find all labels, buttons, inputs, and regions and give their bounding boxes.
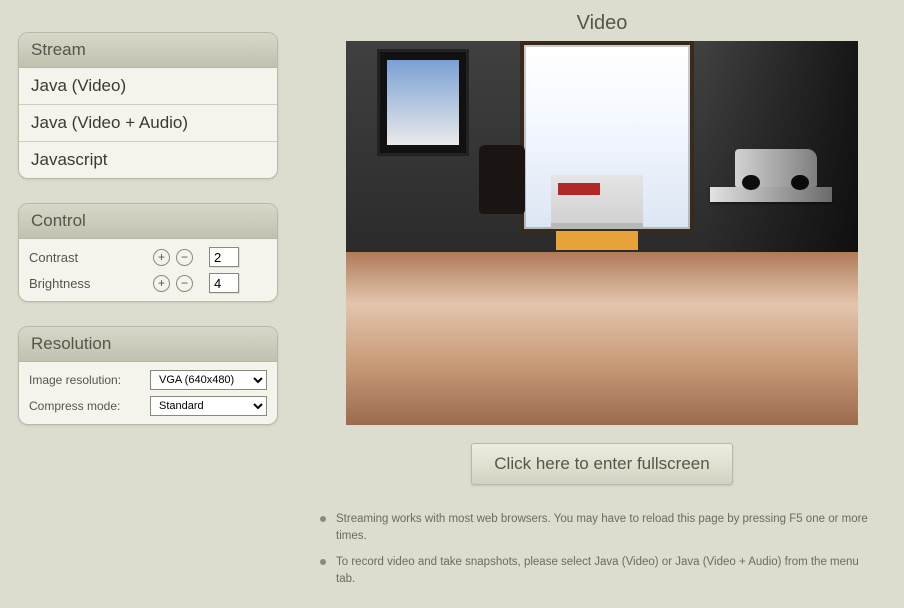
contrast-minus-button[interactable]: − (176, 249, 193, 266)
image-resolution-label: Image resolution: (29, 373, 144, 387)
brightness-minus-button[interactable]: − (176, 275, 193, 292)
control-header: Control (19, 204, 277, 239)
brightness-label: Brightness (29, 276, 147, 291)
stream-header: Stream (19, 33, 277, 68)
image-resolution-row: Image resolution: VGA (640x480) (29, 370, 267, 390)
resolution-header: Resolution (19, 327, 277, 362)
contrast-row: Contrast + − (29, 247, 267, 267)
stream-panel: Stream Java (Video) Java (Video + Audio)… (18, 32, 278, 179)
compress-mode-row: Compress mode: Standard (29, 396, 267, 416)
video-scene (556, 231, 638, 250)
note-item: To record video and take snapshots, plea… (318, 554, 876, 589)
video-scene (346, 252, 858, 425)
video-title: Video (318, 12, 886, 35)
image-resolution-select[interactable]: VGA (640x480) (150, 370, 267, 390)
brightness-input[interactable] (209, 273, 239, 293)
notes-list: Streaming works with most web browsers. … (318, 511, 876, 588)
resolution-panel: Resolution Image resolution: VGA (640x48… (18, 326, 278, 425)
note-item: Streaming works with most web browsers. … (318, 511, 876, 546)
compress-mode-select[interactable]: Standard (150, 396, 267, 416)
control-panel: Control Contrast + − Brightness + − (18, 203, 278, 302)
contrast-plus-button[interactable]: + (153, 249, 170, 266)
brightness-plus-button[interactable]: + (153, 275, 170, 292)
contrast-label: Contrast (29, 250, 147, 265)
video-scene (479, 145, 525, 214)
video-stream[interactable] (346, 41, 858, 425)
contrast-input[interactable] (209, 247, 239, 267)
video-scene (551, 175, 643, 229)
stream-item-java-video[interactable]: Java (Video) (19, 68, 277, 105)
stream-item-java-video-audio[interactable]: Java (Video + Audio) (19, 105, 277, 142)
brightness-row: Brightness + − (29, 273, 267, 293)
compress-mode-label: Compress mode: (29, 399, 144, 413)
fullscreen-button[interactable]: Click here to enter fullscreen (471, 443, 732, 485)
video-scene (377, 49, 469, 157)
stream-item-javascript[interactable]: Javascript (19, 142, 277, 178)
